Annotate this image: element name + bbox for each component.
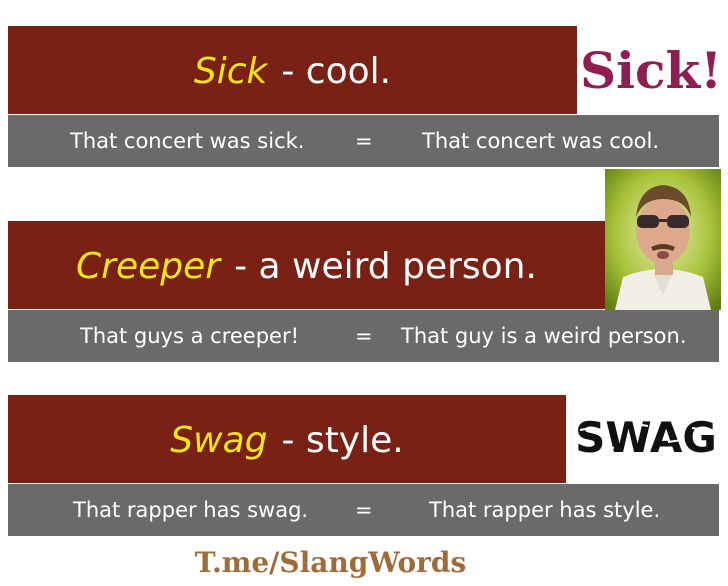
term-sick: Sick [193, 50, 268, 92]
sick-logo-text: Sick! [583, 41, 719, 100]
sick-logo-image: Sick! [583, 41, 719, 100]
slang-card: Sick - cool. Sick! That concert was sick… [0, 0, 728, 586]
entry-example-swag: That rapper has swag. = That rapper has … [8, 484, 719, 536]
entry-header-swag: Swag - style. [8, 395, 566, 483]
term-creeper: Creeper [76, 245, 221, 287]
term-swag: Swag [170, 419, 268, 461]
entry-header-creeper: Creeper - a weird person. [8, 221, 605, 309]
definition-sick: - cool. [281, 50, 392, 92]
entry-example-sick: That concert was sick. = That concert wa… [8, 115, 719, 167]
example-slang-swag: That rapper has swag. [73, 498, 309, 522]
creeper-photo [605, 169, 721, 310]
example-slang-sick: That concert was sick. [70, 129, 305, 153]
example-plain-creeper: That guy is a weird person. [401, 324, 687, 348]
channel-link[interactable]: T.me/SlangWords [0, 546, 661, 579]
example-slang-creeper: That guys a creeper! [80, 324, 300, 348]
example-plain-sick: That concert was cool. [422, 129, 660, 153]
equals-sign: = [355, 498, 373, 522]
entry-example-creeper: That guys a creeper! = That guy is a wei… [8, 310, 719, 362]
definition-swag: - style. [281, 419, 404, 461]
equals-sign: = [355, 324, 373, 348]
entry-header-sick: Sick - cool. [8, 26, 577, 114]
equals-sign: = [355, 129, 373, 153]
example-plain-swag: That rapper has style. [429, 498, 661, 522]
swag-logo-image: SWAG [575, 413, 717, 462]
definition-creeper: - a weird person. [234, 245, 537, 287]
swag-logo-text: SWAG [575, 413, 717, 462]
